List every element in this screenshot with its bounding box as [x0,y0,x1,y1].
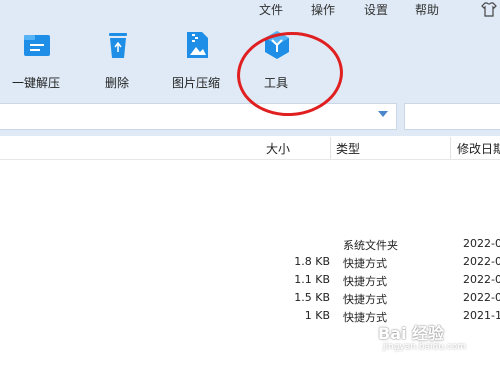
image-compress-label: 图片压缩 [171,76,220,90]
extract-button[interactable]: 一键解压 [4,30,68,90]
column-type[interactable]: 类型 [336,140,360,157]
search-input[interactable] [404,103,500,130]
row-size: 1.8 KB [294,255,330,268]
row-date: 2022-0 [463,273,500,286]
row-date: 2022-0 [463,255,500,268]
table-row[interactable]: 1.1 KB 快捷方式 2022-0 [0,271,500,289]
row-size: 1 KB [304,309,330,322]
column-divider[interactable] [330,137,331,159]
watermark: Bai 经验 [378,324,445,343]
menu-operate[interactable]: 操作 [311,1,335,18]
chevron-down-icon[interactable] [378,111,388,117]
table-row[interactable]: 1.5 KB 快捷方式 2022-0 [0,289,500,307]
image-compress-button[interactable]: 图片压缩 [164,30,228,90]
row-date: 2022-0 [463,291,500,304]
menu-bar: 文件 操作 设置 帮助 [0,0,500,20]
extract-label: 一键解压 [11,76,60,90]
row-type: 快捷方式 [343,275,387,288]
folder-extract-icon [24,35,50,56]
path-input[interactable] [0,103,397,130]
row-date: 2022-0 [463,237,500,250]
menu-help[interactable]: 帮助 [415,1,439,18]
row-type: 系统文件夹 [343,239,398,252]
tshirt-icon[interactable] [480,0,498,18]
column-size[interactable]: 大小 [266,140,290,157]
table-row[interactable]: 1.8 KB 快捷方式 2022-0 [0,253,500,271]
menu-file[interactable]: 文件 [259,1,283,18]
row-type: 快捷方式 [343,257,387,270]
row-size: 1.5 KB [294,291,330,304]
delete-button[interactable]: 删除 [85,30,149,90]
table-row[interactable]: 系统文件夹 2022-0 [0,235,500,253]
column-header-row: 大小 类型 修改日期 [0,137,500,160]
menu-settings[interactable]: 设置 [364,1,388,18]
watermark-url: jingyan.baidu.com [383,342,467,352]
row-date: 2021-1 [463,309,500,322]
column-date[interactable]: 修改日期 [457,140,500,157]
column-divider[interactable] [450,137,451,159]
delete-label: 删除 [104,76,129,90]
row-size: 1.1 KB [294,273,330,286]
image-compress-icon [187,32,208,58]
row-type: 快捷方式 [343,293,387,306]
address-bar [0,99,500,136]
recycle-bin-icon [109,33,127,58]
